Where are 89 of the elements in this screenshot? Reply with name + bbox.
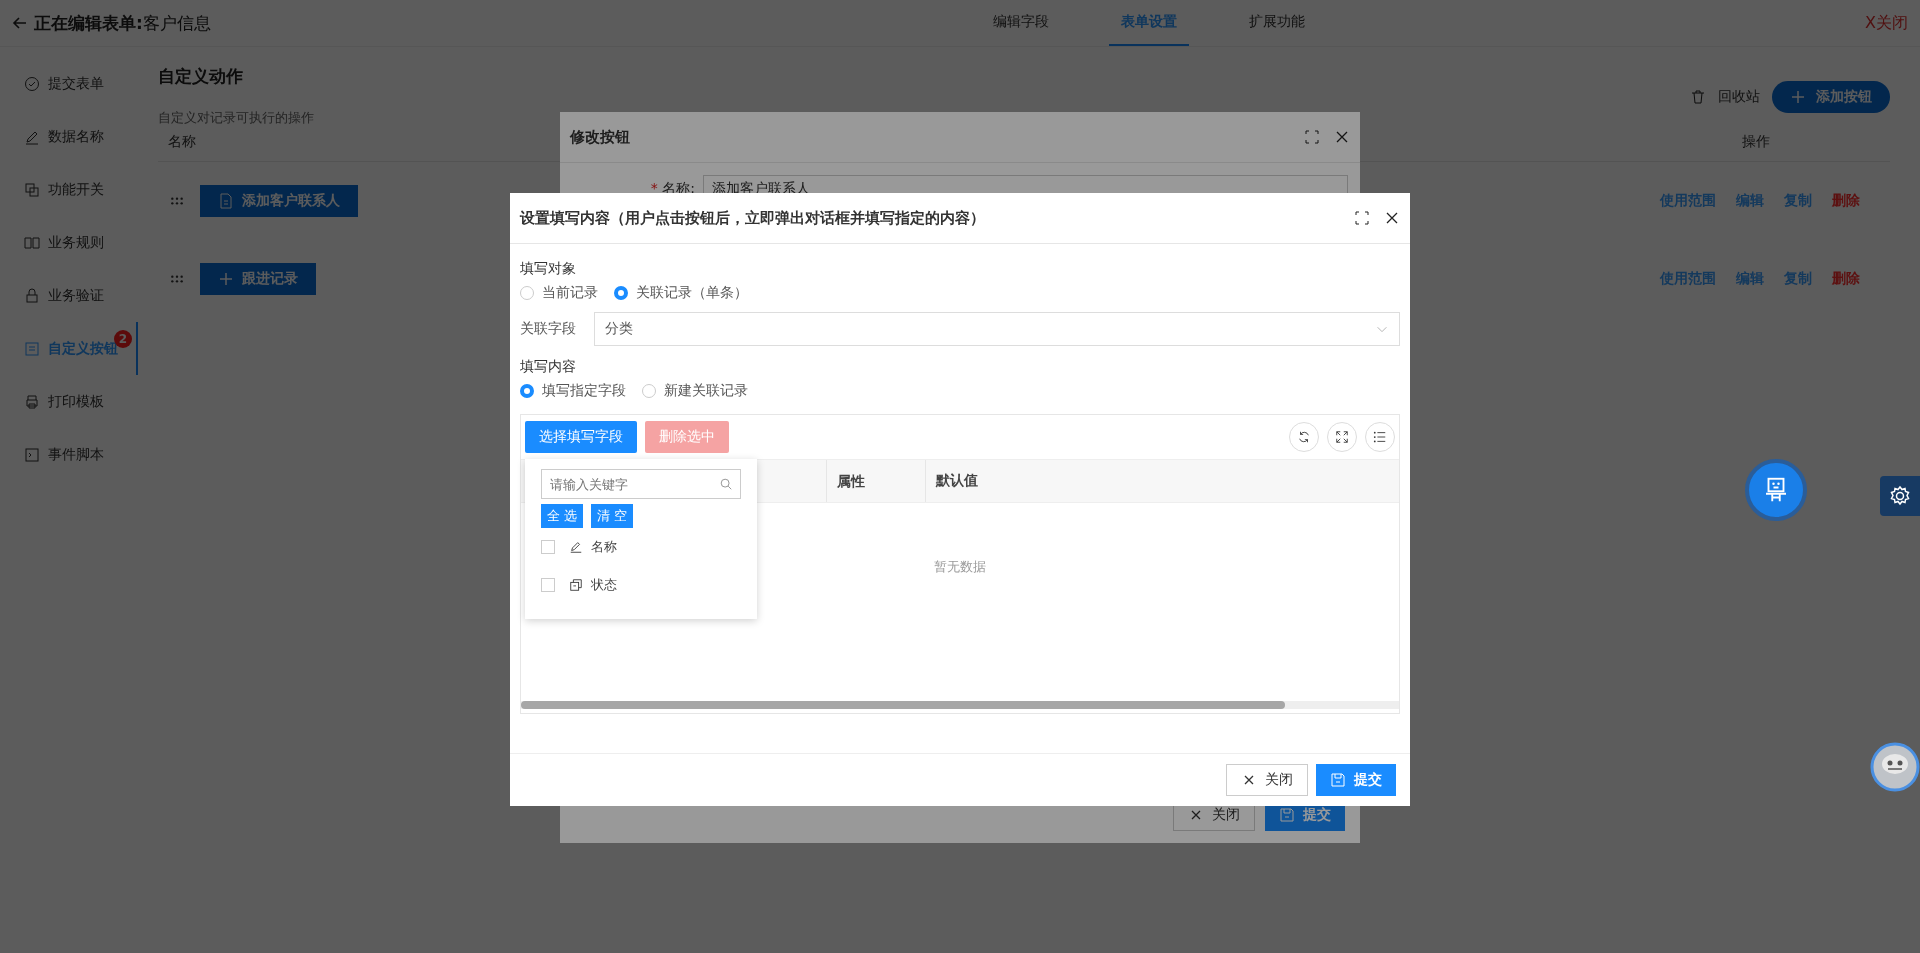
search-icon bbox=[719, 477, 733, 491]
tab[interactable]: 扩展功能 bbox=[1236, 0, 1317, 46]
sidebar-label: 业务验证 bbox=[48, 286, 104, 305]
section-title: 自定义动作 bbox=[158, 65, 243, 88]
page-title: 正在编辑表单:客户信息 bbox=[34, 11, 211, 35]
section-label: 填写内容 bbox=[520, 357, 577, 376]
field-option-label: 名称 bbox=[591, 538, 617, 556]
sidebar-item[interactable]: 功能开关 bbox=[0, 163, 138, 216]
sidebar-label: 事件脚本 bbox=[48, 445, 104, 464]
custom-action-button[interactable]: 添加客户联系人 bbox=[200, 185, 358, 217]
terminal-icon bbox=[24, 446, 40, 463]
radio-label: 当前记录 bbox=[542, 284, 598, 302]
sidebar-item[interactable]: 业务规则 bbox=[0, 216, 138, 269]
radio-label: 新建关联记录 bbox=[664, 382, 748, 400]
list-icon bbox=[24, 340, 40, 357]
radio-button[interactable] bbox=[614, 286, 628, 300]
sidebar-label: 打印模板 bbox=[48, 392, 104, 411]
list-icon bbox=[1373, 430, 1387, 444]
radio-button[interactable] bbox=[520, 384, 534, 398]
check-circle-icon bbox=[24, 75, 40, 92]
checkbox[interactable] bbox=[541, 540, 555, 554]
plus-icon bbox=[1790, 89, 1806, 105]
field-label: 关联字段 bbox=[520, 320, 576, 338]
settings-icon bbox=[1888, 484, 1912, 508]
column-header: 名称 bbox=[168, 133, 196, 151]
custom-action-button[interactable]: 跟进记录 bbox=[200, 263, 316, 295]
recycle-bin-button[interactable]: 回收站 bbox=[1718, 88, 1760, 106]
sidebar-label: 数据名称 bbox=[48, 127, 104, 146]
close-icon[interactable] bbox=[1334, 129, 1350, 145]
close-icon[interactable] bbox=[1384, 210, 1400, 226]
sidebar-item[interactable]: 打印模板 bbox=[0, 375, 138, 428]
tab[interactable]: 表单设置 bbox=[1108, 0, 1189, 46]
sidebar-label: 业务规则 bbox=[48, 233, 104, 252]
add-button[interactable]: 添加按钮 bbox=[1772, 81, 1890, 113]
field-option-label: 状态 bbox=[591, 576, 617, 594]
select-fields-button[interactable]: 选择填写字段 bbox=[525, 421, 637, 453]
sidebar-label: 提交表单 bbox=[48, 74, 104, 93]
sidebar-item[interactable]: 事件脚本 bbox=[0, 428, 138, 481]
refresh-icon bbox=[1297, 430, 1311, 444]
action-link[interactable]: 删除 bbox=[1832, 270, 1860, 288]
copy-icon bbox=[24, 181, 40, 198]
trash-icon[interactable] bbox=[1690, 89, 1706, 105]
printer-icon bbox=[24, 393, 40, 410]
back-arrow-icon[interactable] bbox=[12, 15, 28, 31]
clear-button[interactable]: 清 空 bbox=[591, 504, 634, 528]
lock-icon bbox=[24, 287, 40, 304]
column-header: 属性 bbox=[827, 460, 926, 502]
empty-message: 暂无数据 bbox=[934, 558, 986, 576]
save-icon bbox=[1330, 772, 1346, 788]
book-icon bbox=[24, 234, 40, 251]
horizontal-scrollbar[interactable] bbox=[521, 701, 1399, 709]
action-link[interactable]: 使用范围 bbox=[1660, 270, 1716, 288]
maximize-icon[interactable] bbox=[1354, 210, 1370, 226]
action-link[interactable]: 复制 bbox=[1784, 270, 1812, 288]
close-link[interactable]: X关闭 bbox=[1865, 12, 1908, 34]
sidebar-label: 功能开关 bbox=[48, 180, 104, 199]
action-link[interactable]: 删除 bbox=[1832, 192, 1860, 210]
checkbox[interactable] bbox=[541, 578, 555, 592]
action-link[interactable]: 使用范围 bbox=[1660, 192, 1716, 210]
column-header: 默认值 bbox=[934, 472, 978, 490]
drag-handle-icon[interactable] bbox=[170, 196, 184, 206]
tab[interactable]: 编辑字段 bbox=[980, 0, 1061, 46]
save-icon bbox=[1279, 807, 1295, 823]
dialog-button[interactable]: 提交 bbox=[1316, 764, 1396, 796]
dialog-title: 设置填写内容（用户点击按钮后，立即弹出对话框并填写指定的内容） bbox=[520, 208, 985, 228]
column-header: 操作 bbox=[1742, 133, 1770, 151]
sidebar-item[interactable]: 提交表单 bbox=[0, 57, 138, 110]
dialog-button[interactable]: 关闭 bbox=[1226, 764, 1308, 796]
action-link[interactable]: 复制 bbox=[1784, 192, 1812, 210]
radio-label: 填写指定字段 bbox=[542, 382, 626, 400]
pencil-icon bbox=[569, 540, 583, 554]
plus-icon bbox=[218, 271, 234, 287]
select-all-button[interactable]: 全 选 bbox=[541, 504, 584, 528]
copy-icon bbox=[569, 578, 583, 592]
relation-select[interactable]: 分类 bbox=[594, 312, 1400, 346]
action-link[interactable]: 编辑 bbox=[1736, 192, 1764, 210]
radio-label: 关联记录（单条） bbox=[636, 284, 748, 302]
section-label: 填写对象 bbox=[520, 259, 577, 278]
sidebar-item[interactable]: 业务验证 bbox=[0, 269, 138, 322]
dialog-title: 修改按钮 bbox=[570, 127, 630, 147]
fullscreen-icon bbox=[1335, 430, 1349, 444]
sidebar-item[interactable]: 数据名称 bbox=[0, 110, 138, 163]
action-link[interactable]: 编辑 bbox=[1736, 270, 1764, 288]
maximize-icon[interactable] bbox=[1304, 129, 1320, 145]
robot-avatar[interactable] bbox=[1870, 742, 1920, 792]
document-icon bbox=[218, 193, 234, 209]
settings-tab[interactable] bbox=[1880, 476, 1920, 516]
keyword-search-field[interactable]: 请输入关键字 bbox=[541, 469, 741, 499]
drag-handle-icon[interactable] bbox=[170, 274, 184, 284]
